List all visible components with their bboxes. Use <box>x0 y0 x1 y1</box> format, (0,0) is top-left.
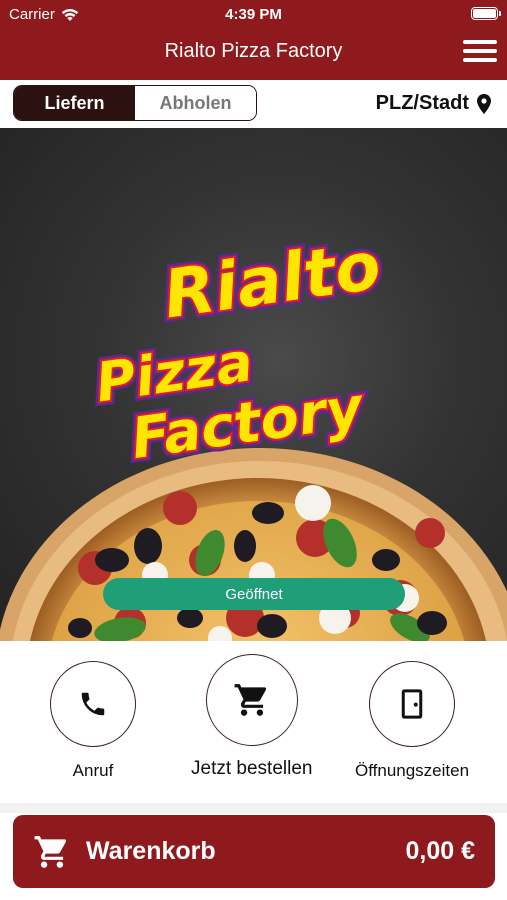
phone-icon <box>81 692 105 716</box>
order-now-button[interactable]: Jetzt bestellen <box>191 654 312 780</box>
brand-logo: Rialto Rialto Pizza Pizza Factory Factor… <box>87 222 389 476</box>
app-header: Carrier 4:39 PM Rialto Pizza Factory <box>0 0 507 80</box>
tab-abholen[interactable]: Abholen <box>135 86 256 120</box>
cart-icon <box>34 836 67 868</box>
cart-icon <box>234 684 266 716</box>
section-divider <box>0 803 507 813</box>
bottom-spacer <box>0 888 507 900</box>
opening-hours-button[interactable]: Öffnungszeiten <box>355 661 469 781</box>
location-label: PLZ/Stadt <box>375 92 469 114</box>
call-button-circle[interactable] <box>50 661 136 747</box>
pizza-illustration: Rialto Rialto Pizza Pizza Factory Factor… <box>0 222 507 641</box>
location-selector[interactable]: PLZ/Stadt <box>376 92 491 115</box>
call-label: Anruf <box>72 761 114 780</box>
status-bar: Carrier 4:39 PM <box>0 0 507 28</box>
hero-banner: Rialto Rialto Pizza Pizza Factory Factor… <box>0 128 507 641</box>
order-now-label: Jetzt bestellen <box>191 758 313 779</box>
open-status-badge[interactable]: Geöffnet <box>103 578 405 610</box>
opening-hours-label: Öffnungszeiten <box>355 761 470 780</box>
cart-total: 0,00 € <box>405 837 475 865</box>
opening-hours-circle[interactable] <box>369 661 456 747</box>
logo-text-rialto-inner: Rialto <box>159 227 385 334</box>
battery-icon <box>471 7 501 20</box>
hamburger-menu-icon[interactable] <box>463 38 497 64</box>
call-button[interactable]: Anruf <box>50 661 136 781</box>
cart-button[interactable]: Warenkorb 0,00 € <box>13 815 495 888</box>
cart-label: Warenkorb <box>86 837 216 865</box>
door-icon <box>401 689 423 719</box>
delivery-toggle: Liefern Abholen <box>13 85 257 121</box>
order-now-circle[interactable] <box>205 654 298 746</box>
order-mode-bar: Liefern Abholen PLZ/Stadt <box>0 80 507 128</box>
status-time: 4:39 PM <box>225 6 282 23</box>
tab-liefern[interactable]: Liefern <box>14 86 135 120</box>
page-title: Rialto Pizza Factory <box>164 40 343 62</box>
quick-actions: Anruf Jetzt bestellen Öffnungszeiten <box>0 641 507 803</box>
map-pin-icon <box>477 93 491 114</box>
